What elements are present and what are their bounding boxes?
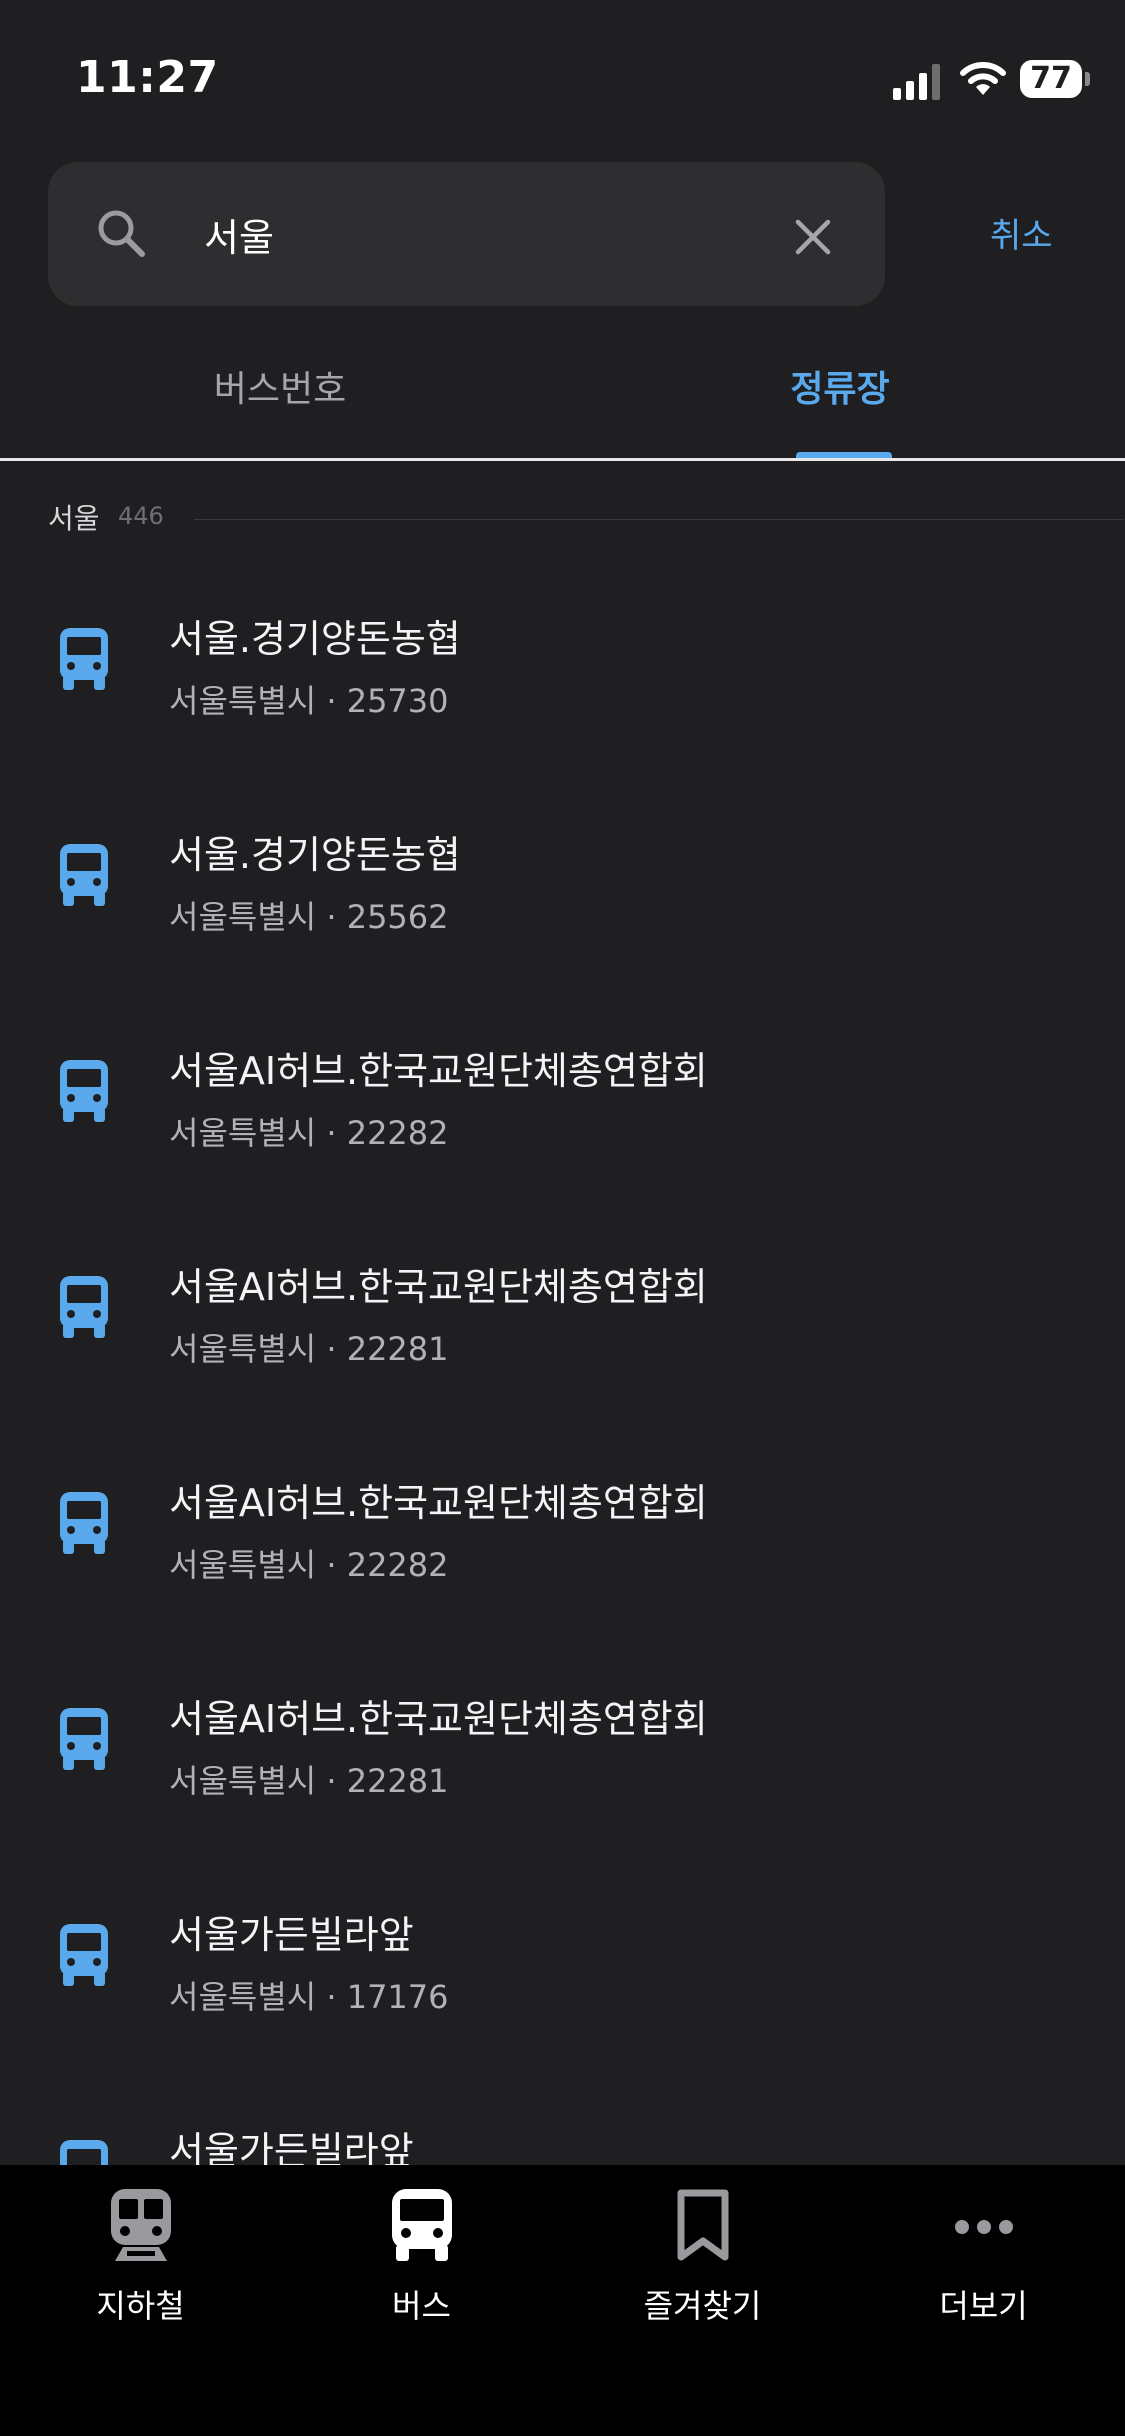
more-icon xyxy=(955,2220,1013,2234)
screen: 11:27 77 취소 버스 xyxy=(0,0,1125,2436)
result-list[interactable]: 서울.경기양돈농협 서울특별시 · 25730 서울.경기양돈농협 서울특별시 … xyxy=(0,560,1125,2165)
list-item[interactable]: 서울.경기양돈농협 서울특별시 · 25562 xyxy=(0,776,1125,992)
status-bar: 11:27 77 xyxy=(0,0,1125,150)
nav-label: 버스 xyxy=(392,2287,451,2325)
tab-bus-number[interactable]: 버스번호 xyxy=(0,340,560,462)
list-item[interactable]: 서울AI허브.한국교원단체총연합회 서울특별시 · 22281 xyxy=(0,1208,1125,1424)
battery-tip xyxy=(1085,72,1090,86)
nav-more[interactable]: 더보기 xyxy=(843,2189,1124,2329)
nav-label: 지하철 xyxy=(96,2287,185,2325)
list-item[interactable]: 서울가든빌라앞 서울특별시 · 17176 xyxy=(0,1856,1125,2072)
list-item[interactable]: 서울AI허브.한국교원단체총연합회 서울특별시 · 22281 xyxy=(0,1640,1125,1856)
tab-bar: 버스번호 정류장 xyxy=(0,340,1125,462)
search-icon xyxy=(98,210,145,257)
list-item[interactable]: 서울가든빌라앞 xyxy=(0,2072,1125,2165)
search-input[interactable] xyxy=(204,202,804,266)
stop-region-id: 서울특별시 · 22281 xyxy=(169,1330,449,1368)
stop-name: 서울가든빌라앞 xyxy=(169,2129,414,2165)
stop-region-id: 서울특별시 · 25562 xyxy=(169,898,449,936)
list-item[interactable]: 서울AI허브.한국교원단체총연합회 서울특별시 · 22282 xyxy=(0,992,1125,1208)
stop-name: 서울AI허브.한국교원단체총연합회 xyxy=(169,1697,708,1741)
nav-favorites[interactable]: 즐겨찾기 xyxy=(562,2189,843,2329)
result-count: 446 xyxy=(118,502,164,530)
bus-stop-icon xyxy=(60,1492,108,1554)
section-divider xyxy=(194,519,1124,520)
clear-search-icon[interactable] xyxy=(788,212,838,262)
bookmark-icon xyxy=(677,2189,729,2261)
nav-label: 즐겨찾기 xyxy=(643,2287,762,2325)
section-title: 서울 xyxy=(48,502,100,535)
nav-bus[interactable]: 버스 xyxy=(281,2189,562,2329)
tab-label: 정류장 xyxy=(790,369,890,410)
bus-stop-icon xyxy=(60,844,108,906)
stop-name: 서울AI허브.한국교원단체총연합회 xyxy=(169,1049,708,1093)
subway-icon xyxy=(111,2189,171,2261)
list-item[interactable]: 서울AI허브.한국교원단체총연합회 서울특별시 · 22282 xyxy=(0,1424,1125,1640)
bus-stop-icon xyxy=(60,1924,108,1986)
bus-icon xyxy=(392,2189,452,2261)
stop-name: 서울가든빌라앞 xyxy=(169,1913,414,1957)
status-time: 11:27 xyxy=(76,52,219,103)
bus-stop-icon xyxy=(60,1276,108,1338)
tab-divider xyxy=(0,458,1125,461)
section-header: 서울 446 xyxy=(48,497,1124,541)
wifi-icon xyxy=(960,62,1006,95)
stop-name: 서울AI허브.한국교원단체총연합회 xyxy=(169,1265,708,1309)
nav-subway[interactable]: 지하철 xyxy=(0,2189,281,2329)
stop-name: 서울AI허브.한국교원단체총연합회 xyxy=(169,1481,708,1525)
bus-stop-icon xyxy=(60,1708,108,1770)
battery-body: 77 xyxy=(1020,60,1082,98)
stop-name: 서울.경기양돈농협 xyxy=(169,833,461,877)
stop-region-id: 서울특별시 · 22282 xyxy=(169,1114,449,1152)
tab-bus-stop[interactable]: 정류장 xyxy=(560,340,1120,462)
nav-label: 더보기 xyxy=(939,2287,1028,2325)
cancel-button[interactable]: 취소 xyxy=(990,208,1053,257)
list-item[interactable]: 서울.경기양돈농협 서울특별시 · 25730 xyxy=(0,560,1125,776)
stop-region-id: 서울특별시 · 25730 xyxy=(169,682,449,720)
stop-region-id: 서울특별시 · 17176 xyxy=(169,1978,449,2016)
battery-level: 77 xyxy=(1030,61,1072,96)
stop-name: 서울.경기양돈농협 xyxy=(169,617,461,661)
stop-region-id: 서울특별시 · 22282 xyxy=(169,1546,449,1584)
bus-stop-icon xyxy=(60,1060,108,1122)
bus-stop-icon xyxy=(60,628,108,690)
stop-region-id: 서울특별시 · 22281 xyxy=(169,1762,449,1800)
cellular-signal-icon xyxy=(893,64,940,100)
tab-label: 버스번호 xyxy=(213,369,347,410)
bottom-nav: 지하철 버스 즐겨찾기 더보기 xyxy=(0,2165,1125,2436)
battery-icon: 77 xyxy=(1020,60,1092,100)
search-box[interactable] xyxy=(48,162,885,306)
bus-stop-icon xyxy=(60,2140,108,2165)
